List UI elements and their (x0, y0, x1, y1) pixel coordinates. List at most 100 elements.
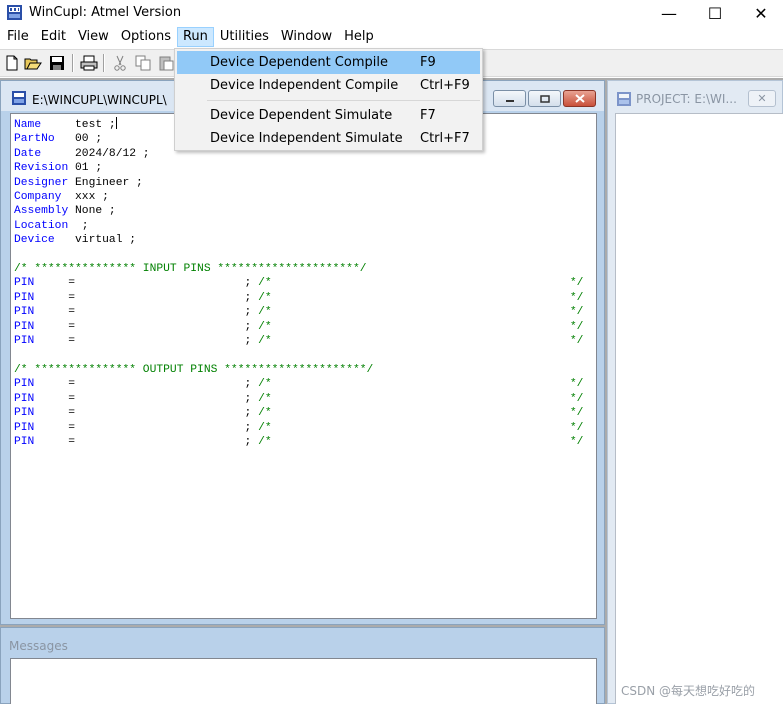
menu-item-device-dependent-compile[interactable]: Device Dependent Compile F9 (177, 51, 480, 74)
editor-window-controls (493, 90, 596, 107)
toolbar-separator (103, 54, 105, 72)
header-value: 01 ; (75, 162, 103, 175)
editor-restore-button[interactable] (528, 90, 561, 107)
menu-view[interactable]: View (72, 27, 115, 47)
header-value: Engineer ; (75, 176, 143, 189)
pin-assign: = ; (34, 306, 259, 319)
pin-line: PIN = ; /* */ (14, 320, 583, 334)
maximize-button[interactable]: ☐ (692, 0, 738, 26)
close-button[interactable]: ✕ (738, 0, 783, 26)
header-value: xxx ; (75, 191, 109, 204)
pin-comment: /* */ (258, 421, 584, 434)
new-file-icon (6, 55, 18, 71)
pin-comment: /* */ (258, 378, 584, 391)
pin-keyword: PIN (14, 392, 35, 405)
header-keyword: Assembly (14, 205, 76, 218)
editor-close-button[interactable] (563, 90, 596, 107)
menu-help[interactable]: Help (338, 27, 380, 47)
section-comment: /* *************** OUTPUT PINS *********… (14, 363, 583, 377)
header-keyword: Company (14, 191, 76, 204)
pin-keyword: PIN (14, 291, 35, 304)
copy-icon (135, 55, 151, 71)
header-keyword: Date (14, 147, 76, 160)
pin-assign: = ; (34, 421, 259, 434)
menu-run[interactable]: Run (176, 27, 214, 47)
document-icon (12, 91, 26, 105)
menu-file[interactable]: File (1, 27, 35, 47)
editor-minimize-button[interactable] (493, 90, 526, 107)
print-button[interactable] (79, 53, 99, 73)
editor-title: E:\WINCUPL\WINCUPL\ (32, 93, 167, 107)
pin-line: PIN = ; /* */ (14, 334, 583, 348)
paste-button[interactable] (156, 53, 176, 73)
pin-comment: /* */ (258, 335, 584, 348)
maximize-icon: ☐ (707, 3, 723, 23)
menu-item-label: Device Independent Compile (210, 78, 399, 93)
pin-line: PIN = ; /* */ (14, 305, 583, 319)
section-comment: /* *************** INPUT PINS **********… (14, 262, 583, 276)
messages-title: Messages (9, 639, 68, 653)
menu-item-shortcut: Ctrl+F9 (420, 78, 470, 93)
pin-comment: /* */ (258, 320, 584, 333)
cut-button[interactable] (110, 53, 130, 73)
header-line: Revision 01 ; (14, 161, 583, 175)
save-button[interactable] (47, 53, 67, 73)
pin-assign: = ; (34, 320, 259, 333)
pin-line: PIN = ; /* */ (14, 392, 583, 406)
pin-assign: = ; (34, 407, 259, 420)
project-tree[interactable] (615, 113, 783, 704)
project-title: PROJECT: E:\WI... (636, 92, 737, 106)
text-caret (115, 117, 117, 129)
open-file-button[interactable] (23, 53, 43, 73)
copy-button[interactable] (133, 53, 153, 73)
minimize-icon (505, 99, 514, 102)
header-line: Location ; (14, 219, 583, 233)
menu-item-shortcut: Ctrl+F7 (420, 131, 470, 146)
header-keyword: Designer (14, 176, 76, 189)
pin-keyword: PIN (14, 306, 35, 319)
header-line: Company xxx ; (14, 190, 583, 204)
editor-window: E:\WINCUPL\WINCUPL\ Name test ; PartNo 00… (0, 80, 605, 625)
pin-keyword: PIN (14, 277, 35, 290)
close-icon: ✕ (757, 92, 767, 105)
pin-comment: /* */ (258, 291, 584, 304)
minimize-button[interactable]: — (646, 0, 692, 26)
menu-options[interactable]: Options (115, 27, 177, 47)
menu-separator (207, 100, 480, 101)
menu-window[interactable]: Window (275, 27, 338, 47)
printer-icon (80, 55, 98, 71)
window-title: WinCupl: Atmel Version (29, 5, 182, 20)
close-icon (574, 94, 585, 103)
header-value: virtual ; (75, 234, 137, 247)
pin-line: PIN = ; /* */ (14, 276, 583, 290)
header-keyword: PartNo (14, 133, 76, 146)
pin-keyword: PIN (14, 435, 35, 448)
pin-assign: = ; (34, 277, 259, 290)
messages-output[interactable] (10, 658, 597, 704)
new-file-button[interactable] (2, 53, 22, 73)
pin-comment: /* */ (258, 435, 584, 448)
menu-item-label: Device Dependent Compile (210, 55, 388, 70)
pin-line: PIN = ; /* */ (14, 421, 583, 435)
menu-item-device-independent-compile[interactable]: Device Independent Compile Ctrl+F9 (177, 74, 480, 97)
close-icon: ✕ (754, 3, 768, 23)
menu-item-device-dependent-simulate[interactable]: Device Dependent Simulate F7 (177, 104, 480, 127)
menu-item-device-independent-simulate[interactable]: Device Independent Simulate Ctrl+F7 (177, 127, 480, 150)
header-line: Device virtual ; (14, 233, 583, 247)
title-bar: WinCupl: Atmel Version — ☐ ✕ (0, 0, 783, 26)
header-value: test ; (75, 119, 116, 131)
pin-comment: /* */ (258, 306, 584, 319)
pin-comment: /* */ (258, 277, 584, 290)
pin-keyword: PIN (14, 421, 35, 434)
project-close-button[interactable]: ✕ (748, 90, 776, 107)
pin-assign: = ; (34, 392, 259, 405)
header-keyword: Location (14, 219, 76, 232)
menu-edit[interactable]: Edit (35, 27, 72, 47)
code-editor[interactable]: Name test ; PartNo 00 ; Date 2024/8/12 ; Re… (10, 113, 597, 619)
section-comment-text: /* *************** INPUT PINS **********… (14, 263, 367, 276)
header-keyword: Revision (14, 162, 76, 175)
pin-keyword: PIN (14, 378, 35, 391)
menu-utilities[interactable]: Utilities (214, 27, 275, 47)
pin-assign: = ; (34, 378, 259, 391)
